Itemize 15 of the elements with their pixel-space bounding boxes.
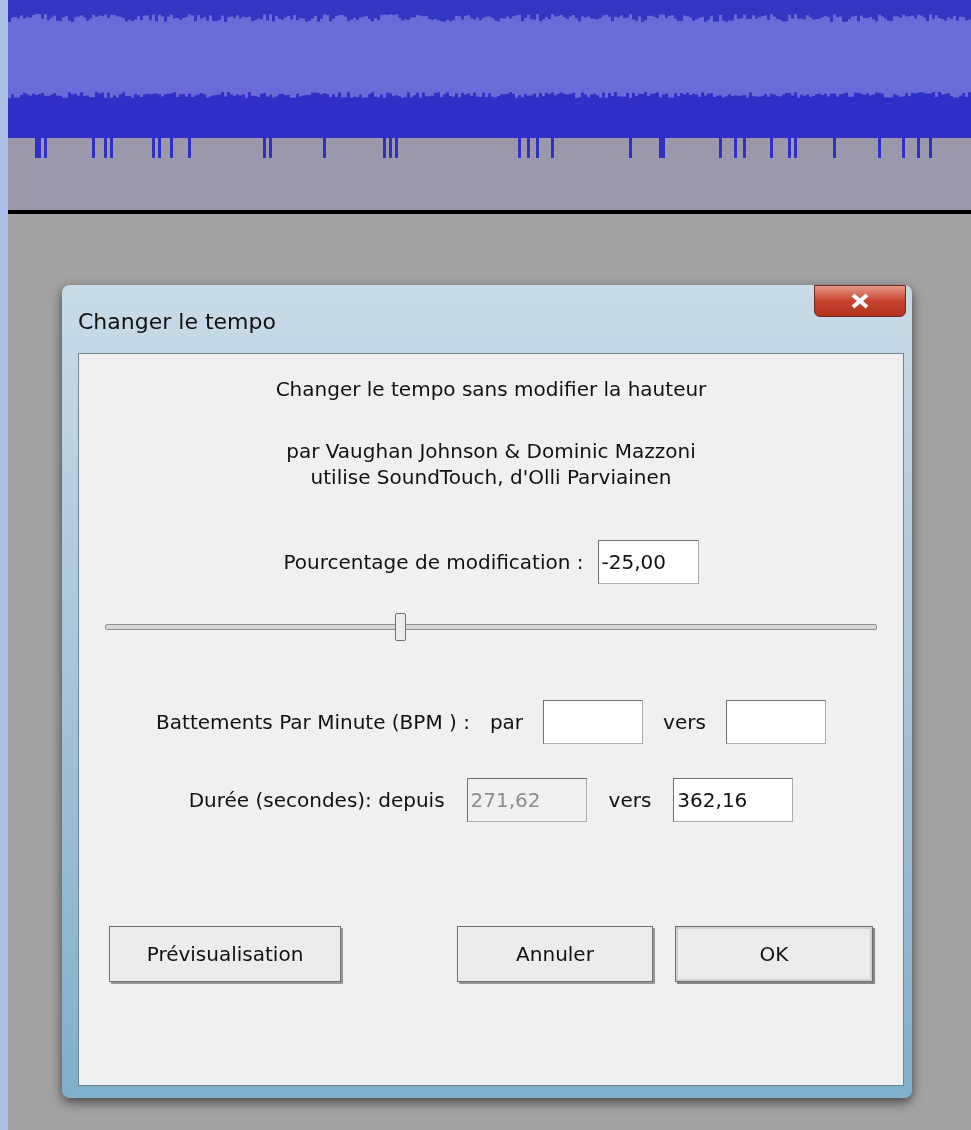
field-label: Battements Par Minute (BPM ) : bbox=[156, 709, 470, 735]
dialog-button[interactable]: Prévisualisation bbox=[109, 926, 341, 982]
percent-field[interactable]: -25,00 bbox=[597, 540, 699, 584]
dialog-heading: Changer le tempo sans modifier la hauteur bbox=[275, 376, 707, 402]
duration-field[interactable]: 362,16 bbox=[673, 778, 794, 822]
dialog-button[interactable]: OK bbox=[675, 926, 873, 982]
field-label: vers bbox=[663, 709, 706, 735]
field-label: par bbox=[489, 709, 524, 735]
credits-text: par Vaughan Johnson & Dominic Mazzoni bbox=[286, 438, 696, 464]
field-label: vers bbox=[608, 787, 652, 813]
credits-text: utilise SoundTouch, d'Olli Parviainen bbox=[310, 464, 672, 490]
field-label: Durée (secondes): depuis bbox=[188, 787, 445, 813]
dialog-button[interactable]: Annuler bbox=[457, 926, 653, 982]
field-label: Pourcentage de modification : bbox=[283, 549, 584, 575]
window-title: Changer le tempo bbox=[78, 309, 276, 334]
